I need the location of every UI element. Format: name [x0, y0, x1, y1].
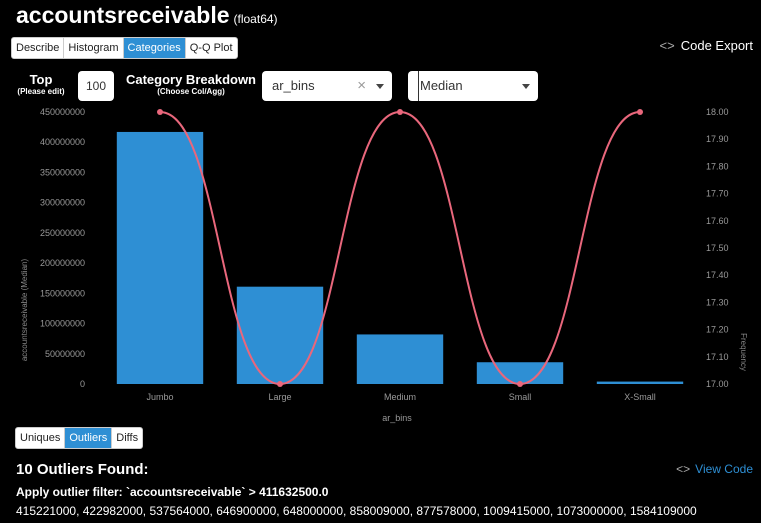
- x-axis: Jumbo Large Medium Small X-Small: [146, 392, 655, 402]
- clear-icon[interactable]: ×: [357, 71, 366, 101]
- column-select-value: ar_bins: [272, 78, 315, 93]
- aggregation-select-value: Median: [418, 71, 463, 101]
- category-breakdown-label: Category Breakdown (Choose Col/Agg): [124, 72, 258, 96]
- y-axis-right: 17.00 17.10 17.20 17.30 17.40 17.50 17.60 17.70…: [706, 107, 729, 389]
- y-axis-label: accountsreceivable (Median): [20, 259, 29, 362]
- y-tick-label: 450000000: [40, 107, 85, 117]
- bar: [116, 131, 204, 384]
- y2-tick-label: 18.00: [706, 107, 729, 117]
- outlier-filter-link[interactable]: Apply outlier filter: `accountsreceivabl…: [16, 485, 328, 499]
- y2-tick-label: 17.70: [706, 189, 729, 199]
- category-sublabel: (Choose Col/Agg): [157, 87, 225, 96]
- tab-uniques[interactable]: Uniques: [16, 428, 66, 448]
- line-point: [277, 381, 283, 387]
- y2-axis-label: Frequency: [739, 333, 748, 371]
- y-tick-label: 350000000: [40, 167, 85, 177]
- y2-tick-label: 17.80: [706, 161, 729, 171]
- tab-categories[interactable]: Categories: [123, 38, 186, 58]
- bar: [356, 334, 444, 384]
- tab-qq-plot[interactable]: Q-Q Plot: [186, 38, 237, 58]
- top-label: Top (Please edit): [10, 72, 72, 96]
- outliers-title: 10 Outliers Found:: [16, 461, 149, 478]
- line-point: [397, 109, 403, 115]
- code-export-link[interactable]: <> Code Export: [660, 38, 753, 53]
- y2-tick-label: 17.90: [706, 134, 729, 144]
- code-icon: <>: [676, 462, 691, 476]
- y2-tick-label: 17.00: [706, 379, 729, 389]
- bar: [236, 286, 324, 384]
- y2-tick-label: 17.50: [706, 243, 729, 253]
- x-tick-label: Medium: [384, 392, 416, 402]
- tab-histogram[interactable]: Histogram: [64, 38, 124, 58]
- line-point: [637, 109, 643, 115]
- column-title: accountsreceivable (float64): [16, 2, 278, 29]
- x-tick-label: Large: [268, 392, 291, 402]
- outlier-values: 415221000, 422982000, 537564000, 6469000…: [16, 504, 697, 518]
- y2-tick-label: 17.60: [706, 216, 729, 226]
- tab-diffs[interactable]: Diffs: [112, 428, 142, 448]
- code-export-label: Code Export: [680, 38, 753, 53]
- category-label-text: Category Breakdown: [125, 72, 257, 87]
- category-chart: 0 50000000 100000000 150000000 200000000 2500…: [20, 107, 748, 423]
- column-select[interactable]: ar_bins ×: [262, 71, 392, 101]
- y-tick-label: 50000000: [45, 349, 85, 359]
- y-axis-left: 0 50000000 100000000 150000000 200000000 2500…: [40, 107, 85, 389]
- y-tick-label: 300000000: [40, 198, 85, 208]
- aggregation-select[interactable]: Median: [408, 71, 538, 101]
- x-tick-label: Jumbo: [146, 392, 173, 402]
- top-label-text: Top: [29, 72, 53, 87]
- y-tick-label: 400000000: [40, 137, 85, 147]
- view-code-link[interactable]: <> View Code: [676, 462, 753, 476]
- y2-tick-label: 17.10: [706, 352, 729, 362]
- column-dtype: (float64): [233, 12, 278, 26]
- x-tick-label: X-Small: [624, 392, 656, 402]
- line-point: [157, 109, 163, 115]
- chevron-down-icon[interactable]: [522, 84, 530, 89]
- x-tick-label: Small: [509, 392, 532, 402]
- view-code-label: View Code: [695, 462, 753, 476]
- bar-series: [116, 131, 684, 384]
- y-tick-label: 150000000: [40, 288, 85, 298]
- top-sublabel: (Please edit): [17, 87, 65, 96]
- y2-tick-label: 17.40: [706, 270, 729, 280]
- y2-tick-label: 17.30: [706, 297, 729, 307]
- tab-outliers[interactable]: Outliers: [65, 428, 113, 448]
- tab-describe[interactable]: Describe: [12, 38, 65, 58]
- code-icon: <>: [659, 38, 675, 53]
- bar: [476, 362, 564, 384]
- line-point: [517, 381, 523, 387]
- y-tick-label: 250000000: [40, 228, 85, 238]
- y-tick-label: 0: [80, 379, 85, 389]
- chevron-down-icon[interactable]: [376, 84, 384, 89]
- y-tick-label: 100000000: [40, 319, 85, 329]
- x-axis-label: ar_bins: [382, 413, 412, 423]
- y2-tick-label: 17.20: [706, 325, 729, 335]
- bottom-tabs: Uniques Outliers Diffs: [15, 427, 144, 449]
- column-name: accountsreceivable: [16, 2, 230, 28]
- top-input[interactable]: 100: [78, 71, 114, 101]
- bar: [596, 381, 684, 384]
- y-tick-label: 200000000: [40, 258, 85, 268]
- view-tabs: Describe Histogram Categories Q-Q Plot: [11, 37, 238, 59]
